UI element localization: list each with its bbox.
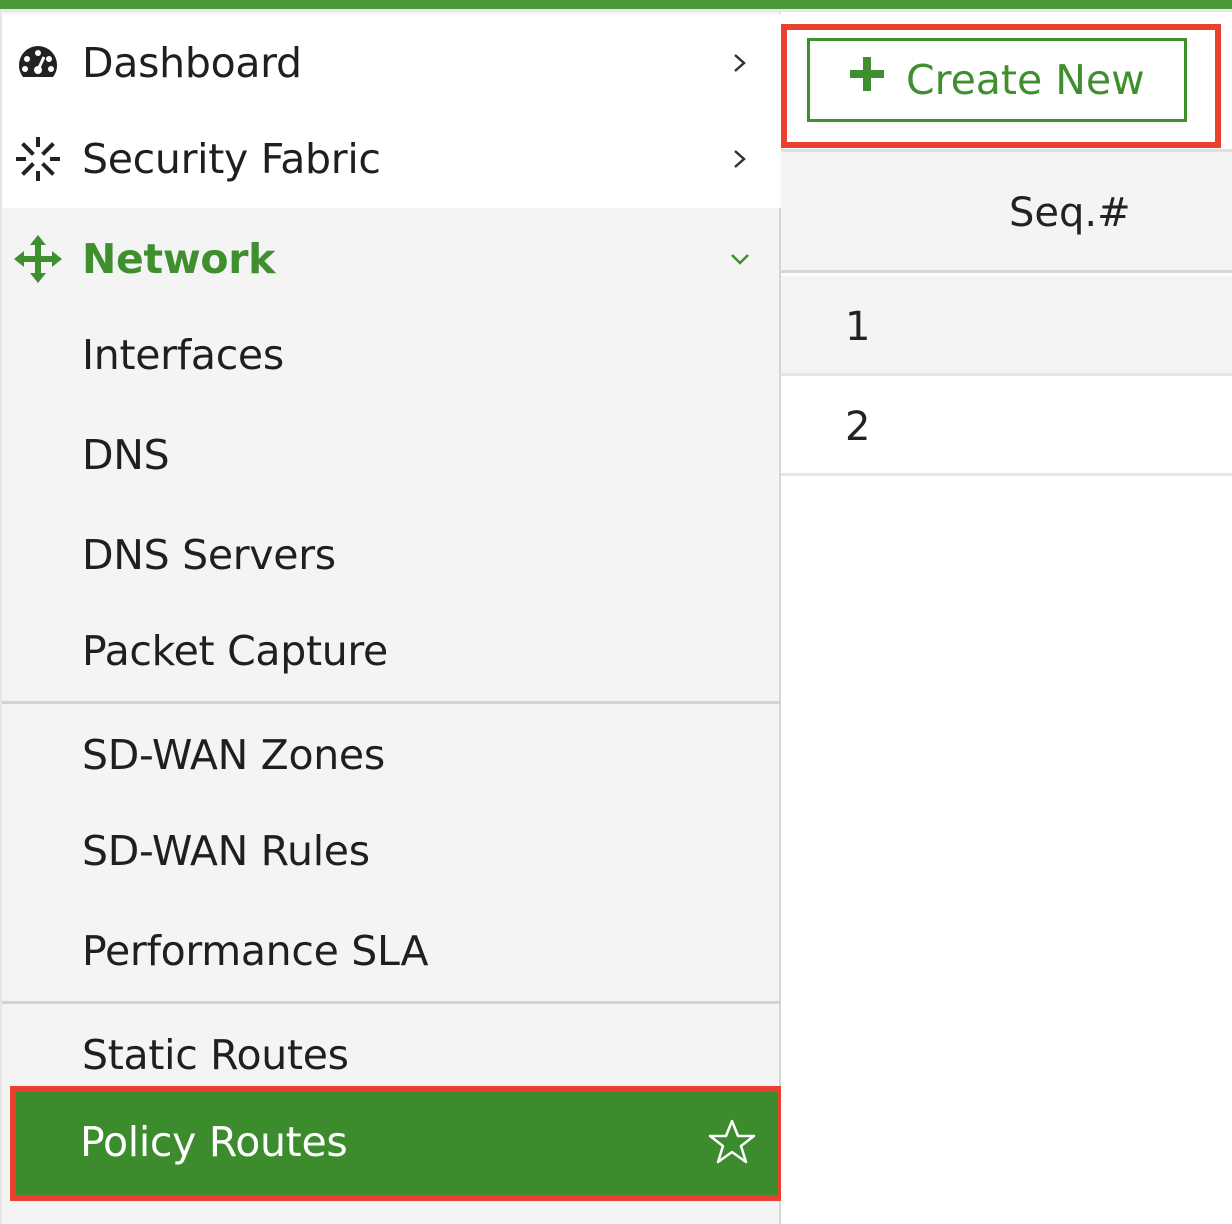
sidebar-item-dns-servers[interactable]: DNS Servers	[2, 506, 781, 604]
sidebar-item-sd-wan-rules[interactable]: SD-WAN Rules	[2, 802, 781, 900]
sidebar-item-label: Network	[82, 235, 276, 283]
sidebar-item-sd-wan-zones[interactable]: SD-WAN Zones	[2, 706, 781, 804]
cell-seq: 2	[845, 404, 871, 450]
fortigate-policy-routes-screen: Dashboard Security Fabric Network Interf…	[0, 0, 1232, 1224]
sidebar: Dashboard Security Fabric Network Interf…	[0, 12, 781, 1224]
sidebar-divider	[2, 1001, 781, 1004]
table-row[interactable]: 2	[781, 376, 1232, 476]
table-header: Seq.#	[781, 149, 1232, 273]
sidebar-item-interfaces[interactable]: Interfaces	[2, 306, 781, 404]
create-new-button[interactable]: Create New	[807, 38, 1187, 122]
sidebar-item-policy-routes[interactable]: Policy Routes	[10, 1086, 784, 1201]
sidebar-item-packet-capture[interactable]: Packet Capture	[2, 602, 781, 700]
sidebar-item-dns[interactable]: DNS	[2, 406, 781, 504]
sidebar-item-network[interactable]: Network	[2, 210, 781, 308]
cell-seq: 1	[845, 304, 871, 350]
chevron-right-icon	[734, 54, 746, 72]
sidebar-item-label: DNS Servers	[82, 531, 336, 579]
sidebar-item-label: Security Fabric	[82, 135, 381, 183]
plus-icon	[850, 57, 884, 91]
sidebar-item-label: Dashboard	[82, 39, 302, 87]
dashboard-gauge-icon	[12, 37, 64, 89]
sidebar-item-label: SD-WAN Zones	[82, 731, 385, 779]
toolbar: Create New	[781, 12, 1232, 148]
table-row[interactable]: 1	[781, 276, 1232, 376]
star-outline-icon[interactable]	[708, 1118, 756, 1166]
column-header-seq[interactable]: Seq.#	[1009, 190, 1131, 236]
chevron-right-icon	[734, 150, 746, 168]
top-accent-bar	[0, 0, 1232, 9]
chevron-down-icon	[731, 254, 749, 265]
main-content: Create New Seq.# 1 2	[781, 12, 1232, 1224]
sidebar-item-label: Interfaces	[82, 331, 284, 379]
sidebar-item-performance-sla[interactable]: Performance SLA	[2, 902, 781, 1000]
sidebar-item-label: Performance SLA	[82, 927, 429, 975]
create-new-label: Create New	[906, 56, 1145, 104]
sidebar-item-label: Static Routes	[82, 1031, 349, 1079]
sidebar-item-label: Policy Routes	[80, 1118, 348, 1166]
sidebar-item-label: Packet Capture	[82, 627, 388, 675]
sidebar-item-label: SD-WAN Rules	[82, 827, 370, 875]
sidebar-item-label: DNS	[82, 431, 170, 479]
sidebar-divider	[2, 701, 781, 704]
sidebar-item-security-fabric[interactable]: Security Fabric	[2, 110, 781, 208]
security-fabric-icon	[12, 133, 64, 185]
network-move-icon	[12, 233, 64, 285]
sidebar-item-dashboard[interactable]: Dashboard	[2, 14, 781, 112]
